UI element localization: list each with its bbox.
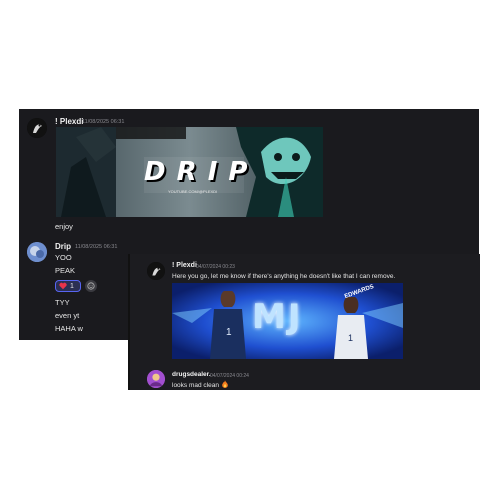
- mj-banner-image[interactable]: 1 1 MJ EDWARDS: [172, 283, 403, 359]
- message-text: even yt: [55, 311, 80, 320]
- timestamp: 04/07/2024 00:23: [196, 264, 235, 270]
- banner-title: MJ: [252, 297, 303, 337]
- emoji-icon: [87, 282, 95, 290]
- username[interactable]: drugsdealer.: [172, 371, 211, 378]
- svg-text:1: 1: [348, 333, 353, 343]
- message-text: TYY: [55, 298, 70, 307]
- avatar[interactable]: [147, 262, 165, 280]
- drip-banner-image[interactable]: D R I P YOUTUBE.COM/@PLEXDI: [56, 127, 323, 217]
- reaction-count: 1: [70, 282, 74, 290]
- avatar[interactable]: [27, 242, 47, 262]
- user-avatar-icon: [147, 262, 165, 280]
- banner-title: D R I P: [144, 157, 249, 187]
- username[interactable]: ! Plexdi: [172, 262, 197, 269]
- avatar[interactable]: [147, 370, 165, 388]
- avatar[interactable]: [27, 118, 47, 138]
- heart-icon: [59, 282, 67, 290]
- add-reaction-button[interactable]: [85, 280, 97, 292]
- banner-subtitle: YOUTUBE.COM/@PLEXDI: [168, 189, 218, 194]
- message-text: looks mad clean: [172, 380, 229, 389]
- message-text: PEAK: [55, 266, 76, 275]
- username[interactable]: Drip: [55, 242, 71, 251]
- heart-reaction-button[interactable]: 1: [55, 280, 81, 292]
- user-avatar-icon: [27, 118, 47, 138]
- message-text: YOO: [55, 253, 72, 262]
- chat-window-front: ! Plexdi 04/07/2024 00:23 Here you go, l…: [130, 254, 480, 390]
- message-text: enjoy: [55, 222, 73, 231]
- timestamp: 04/07/2024 00:24: [210, 373, 249, 379]
- svg-text:1: 1: [226, 327, 232, 338]
- fire-emoji-icon: [221, 380, 228, 388]
- user-avatar-icon: [147, 370, 165, 388]
- message-text: HAHA w: [55, 324, 83, 333]
- user-avatar-icon: [27, 242, 47, 262]
- message-content: looks mad clean: [172, 382, 219, 389]
- message-text: Here you go, let me know if there's anyt…: [172, 273, 396, 280]
- timestamp: 11/08/2025 06:31: [75, 244, 118, 250]
- username[interactable]: ! Plexdi: [55, 117, 83, 126]
- timestamp: 11/08/2025 06:31: [82, 119, 125, 125]
